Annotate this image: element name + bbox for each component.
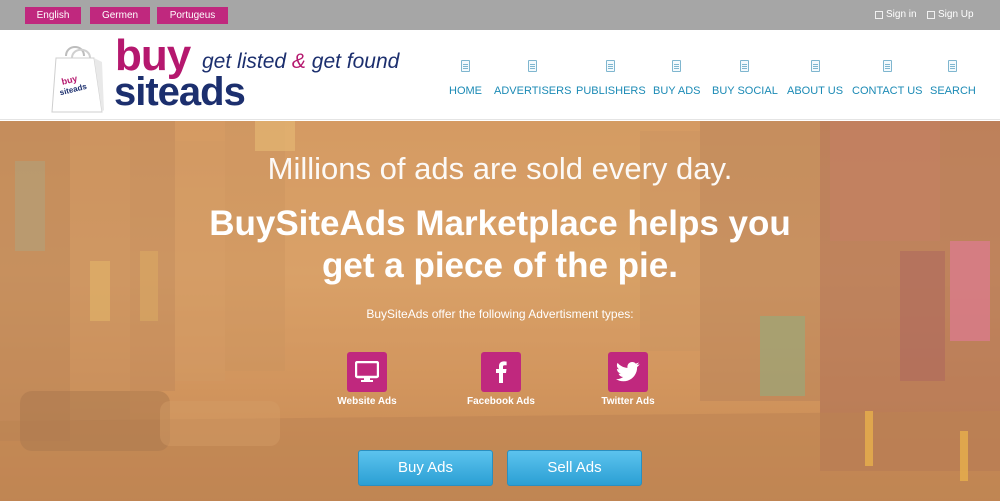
- tagline: get listed & get found: [202, 50, 399, 74]
- nav-publishers-label: PUBLISHERS: [576, 85, 646, 97]
- advertisers-icon: [528, 60, 538, 72]
- website-ads-option[interactable]: Website Ads: [312, 352, 422, 407]
- hero-section: Millions of ads are sold every day. BuyS…: [0, 121, 1000, 501]
- hero-heading-line-2: get a piece of the pie.: [322, 246, 678, 285]
- sign-in-link[interactable]: Sign in: [875, 9, 917, 20]
- tagline-part-1: get listed: [202, 50, 287, 73]
- hero-heading-line-1: BuySiteAds Marketplace helps you: [209, 204, 791, 243]
- nav-publishers[interactable]: PUBLISHERS: [576, 60, 646, 97]
- logo-siteads-text[interactable]: siteads: [114, 72, 246, 112]
- hero-subheading: Millions of ads are sold every day.: [267, 151, 733, 186]
- home-icon: [461, 60, 470, 72]
- nav-contact-us-label: CONTACT US: [852, 85, 923, 97]
- sign-up-icon: [927, 10, 935, 19]
- twitter-ads-label: Twitter Ads: [601, 396, 655, 407]
- sign-up-label: Sign Up: [938, 9, 974, 20]
- buy-social-icon: [740, 60, 750, 72]
- nav-buy-social[interactable]: BUY SOCIAL: [712, 60, 778, 97]
- tagline-ampersand: &: [291, 50, 306, 73]
- tagline-part-2: get found: [311, 50, 400, 73]
- nav-home-label: HOME: [449, 85, 482, 97]
- sign-in-label: Sign in: [886, 9, 917, 20]
- nav-buy-ads[interactable]: BUY ADS: [653, 60, 701, 97]
- buy-ads-icon: [672, 60, 682, 72]
- nav-buy-social-label: BUY SOCIAL: [712, 85, 778, 97]
- sign-up-link[interactable]: Sign Up: [927, 9, 974, 20]
- twitter-ads-option[interactable]: Twitter Ads: [573, 352, 683, 407]
- nav-about-us[interactable]: ABOUT US: [787, 60, 843, 97]
- sign-in-icon: [875, 10, 883, 19]
- nav-search-label: SEARCH: [930, 85, 976, 97]
- shopping-bag-logo-icon[interactable]: buy siteads: [50, 42, 106, 114]
- nav-home[interactable]: HOME: [449, 60, 482, 97]
- about-us-icon: [810, 60, 820, 72]
- contact-us-icon: [882, 60, 892, 72]
- nav-advertisers-label: ADVERTISERS: [494, 85, 572, 97]
- facebook-ads-label: Facebook Ads: [467, 396, 535, 407]
- nav-advertisers[interactable]: ADVERTISERS: [494, 60, 571, 97]
- nav-buy-ads-label: BUY ADS: [653, 85, 701, 97]
- twitter-icon: [608, 352, 648, 392]
- sell-ads-button[interactable]: Sell Ads: [507, 450, 642, 486]
- buy-ads-button[interactable]: Buy Ads: [358, 450, 493, 486]
- language-english-button[interactable]: English: [25, 7, 81, 24]
- website-ads-label: Website Ads: [337, 396, 397, 407]
- search-icon: [948, 60, 958, 72]
- site-header: buy siteads buy siteads get listed & get…: [0, 30, 1000, 120]
- nav-contact-us[interactable]: CONTACT US: [852, 60, 923, 97]
- language-german-button[interactable]: Germen: [90, 7, 150, 24]
- ad-types-intro: BuySiteAds offer the following Advertism…: [366, 307, 634, 321]
- nav-search[interactable]: SEARCH: [930, 60, 976, 97]
- language-portuguese-button[interactable]: Portugeus: [157, 7, 228, 24]
- top-utility-bar: English Germen Portugeus Sign in Sign Up: [0, 0, 1000, 30]
- publishers-icon: [606, 60, 616, 72]
- nav-about-us-label: ABOUT US: [787, 85, 844, 97]
- facebook-icon: [481, 352, 521, 392]
- facebook-ads-option[interactable]: Facebook Ads: [446, 352, 556, 407]
- monitor-icon: [347, 352, 387, 392]
